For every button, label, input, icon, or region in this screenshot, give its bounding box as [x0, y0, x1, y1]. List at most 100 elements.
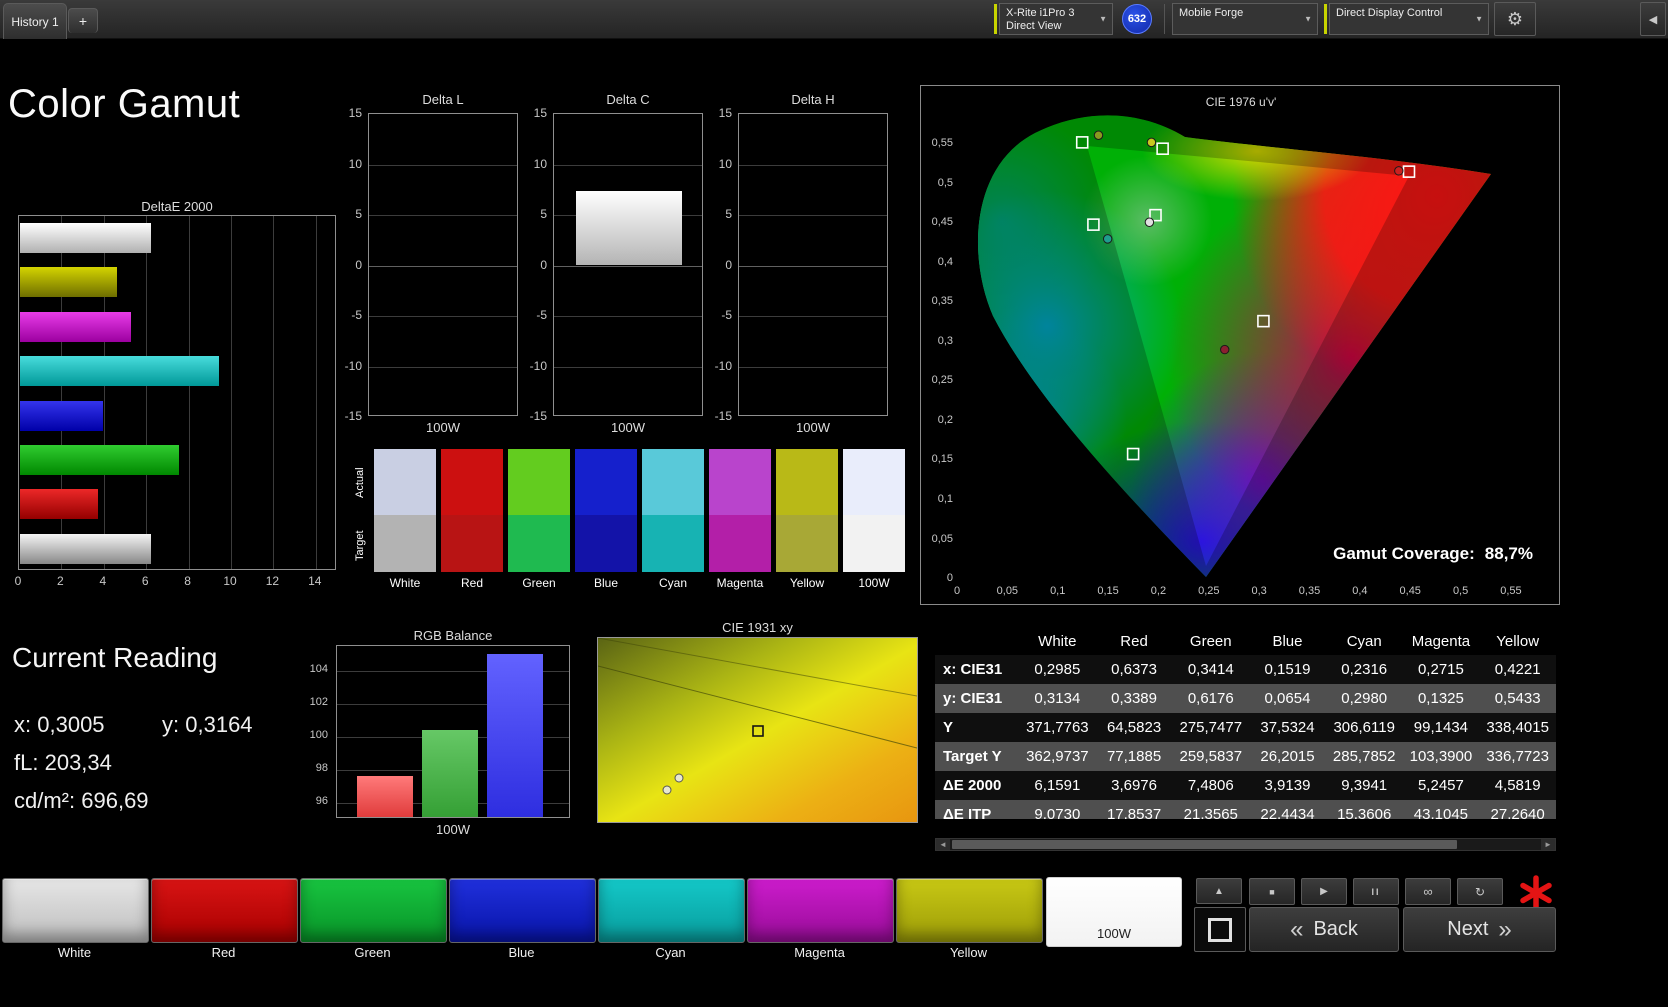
patch-button-cyan[interactable]: [598, 878, 745, 943]
table-cell: 103,3900: [1403, 748, 1480, 765]
y-tick-label: 102: [302, 696, 328, 708]
patch-label: Red: [151, 945, 296, 960]
table-scrollbar[interactable]: ◄ ►: [935, 838, 1556, 851]
chevron-down-icon: ▼: [1304, 15, 1312, 24]
badge-value: 632: [1128, 13, 1146, 25]
collapse-panel-button[interactable]: ◀: [1640, 2, 1666, 36]
page-title: Color Gamut: [8, 82, 240, 127]
divider: [1164, 4, 1165, 34]
table-cell: 362,9737: [1019, 748, 1096, 765]
play-button[interactable]: ▶: [1301, 878, 1347, 905]
patch-button-100w[interactable]: 100W: [1046, 877, 1182, 947]
pause-button[interactable]: II: [1353, 878, 1399, 905]
table-row: Y371,776364,5823275,747737,5324306,61199…: [935, 713, 1556, 742]
y-tick-label: 0,55: [923, 137, 953, 149]
deltae-chart: [18, 215, 336, 570]
continuous-button[interactable]: ∞: [1405, 878, 1451, 905]
rgb-balance-x-label: 100W: [336, 822, 570, 837]
measurement-circle-marker: [663, 786, 671, 794]
tab-history[interactable]: History 1: [3, 3, 67, 39]
deltae-bar-red: [20, 489, 98, 519]
swatch-target-green: [508, 515, 570, 572]
repeat-button[interactable]: ↻: [1457, 878, 1503, 905]
table-cell: 0,1325: [1403, 690, 1480, 707]
gridline: [369, 367, 517, 368]
swatch-label: Red: [441, 576, 503, 590]
add-tab-button[interactable]: +: [68, 8, 98, 33]
scroll-right-button[interactable]: ►: [1541, 839, 1555, 850]
x-tick-label: 0,05: [989, 585, 1025, 597]
cie1931-diagram: [598, 638, 917, 822]
table-cell: 3,6976: [1096, 777, 1173, 794]
chevrons-right-icon: »: [1498, 916, 1511, 944]
reading-cd-value: 696,69: [81, 788, 148, 813]
meter-accent-bar: [994, 4, 997, 34]
patch-button-red[interactable]: [151, 878, 298, 943]
display-control-name: Direct Display Control: [1336, 7, 1474, 19]
y-tick-label: 0,5: [923, 177, 953, 189]
table-row-label: x: CIE31: [935, 661, 1019, 678]
table-cell: 77,1885: [1096, 748, 1173, 765]
meter-count-badge[interactable]: 632: [1122, 4, 1152, 34]
x-tick-label: 0,5: [1443, 585, 1479, 597]
gridline: [739, 367, 887, 368]
swatch-label: Cyan: [642, 576, 704, 590]
stop-button[interactable]: ■: [1249, 878, 1295, 905]
y-tick-label: 5: [334, 207, 362, 221]
meter-name: X-Rite i1Pro 3: [1006, 7, 1098, 20]
back-button[interactable]: « Back: [1249, 907, 1399, 952]
next-button[interactable]: Next »: [1403, 907, 1556, 952]
chevron-down-icon: ▼: [1475, 15, 1483, 24]
patch-button-white[interactable]: [2, 878, 149, 943]
reading-x: x: 0,3005: [14, 712, 105, 738]
cie1976-chart: CIE 1976 u'v': [920, 85, 1560, 605]
y-tick-label: 10: [704, 157, 732, 171]
x-tick-label: 6: [135, 574, 155, 588]
swatch-target-100w: [843, 515, 905, 572]
settings-button[interactable]: ⚙: [1494, 2, 1536, 36]
table-cell: 26,2015: [1249, 748, 1326, 765]
x-tick-label: 0: [939, 585, 975, 597]
table-row: Target Y362,973777,1885259,583726,201528…: [935, 742, 1556, 771]
patch-button-yellow[interactable]: [896, 878, 1043, 943]
gridline: [739, 215, 887, 216]
source-dropdown[interactable]: Mobile Forge ▼: [1172, 3, 1318, 35]
scrollbar-thumb[interactable]: [952, 840, 1457, 849]
display-control-dropdown[interactable]: Direct Display Control ▼: [1329, 3, 1489, 35]
table-cell: 9,0730: [1019, 806, 1096, 819]
delta-l-x-label: 100W: [368, 420, 518, 435]
y-tick-label: 15: [704, 106, 732, 120]
delta-l-plot: [368, 113, 518, 416]
x-tick-label: 12: [262, 574, 282, 588]
gridline: [554, 266, 702, 267]
table-cell: 285,7852: [1326, 748, 1403, 765]
measurement-circle-marker: [1145, 218, 1153, 226]
table-header-cell: White: [1019, 633, 1096, 650]
table-header-cell: Blue: [1249, 633, 1326, 650]
pattern-window-button[interactable]: [1194, 907, 1246, 952]
rgb-balance-y-axis: 1041021009896: [302, 645, 332, 818]
meter-dropdown[interactable]: X-Rite i1Pro 3 Direct View ▼: [999, 3, 1113, 35]
swatch-target-yellow: [776, 515, 838, 572]
gridline: [739, 316, 887, 317]
table-cell: 27,2640: [1479, 806, 1556, 819]
reading-x-value: 0,3005: [37, 712, 104, 737]
patch-button-green[interactable]: [300, 878, 447, 943]
chevron-down-icon: ▼: [1099, 13, 1107, 26]
swatch-actual-red: [441, 449, 503, 515]
patch-button-blue[interactable]: [449, 878, 596, 943]
gridline: [554, 367, 702, 368]
panel-up-button[interactable]: ▲: [1196, 878, 1242, 904]
gridline: [369, 215, 517, 216]
scroll-left-button[interactable]: ◄: [936, 839, 950, 850]
target-row-label: Target: [354, 517, 366, 575]
swatch-strip: Actual Target WhiteRedGreenBlueCyanMagen…: [352, 443, 908, 595]
patch-button-magenta[interactable]: [747, 878, 894, 943]
app-window: History 1 + X-Rite i1Pro 3 Direct View ▼…: [0, 0, 1668, 1007]
gamut-coverage-value: 88,7%: [1485, 544, 1533, 563]
y-tick-label: 96: [302, 795, 328, 807]
deltae-bar-magenta: [20, 312, 131, 342]
rgb-bar-green: [422, 730, 478, 817]
table-cell: 21,3565: [1172, 806, 1249, 819]
y-tick-label: -10: [519, 359, 547, 373]
